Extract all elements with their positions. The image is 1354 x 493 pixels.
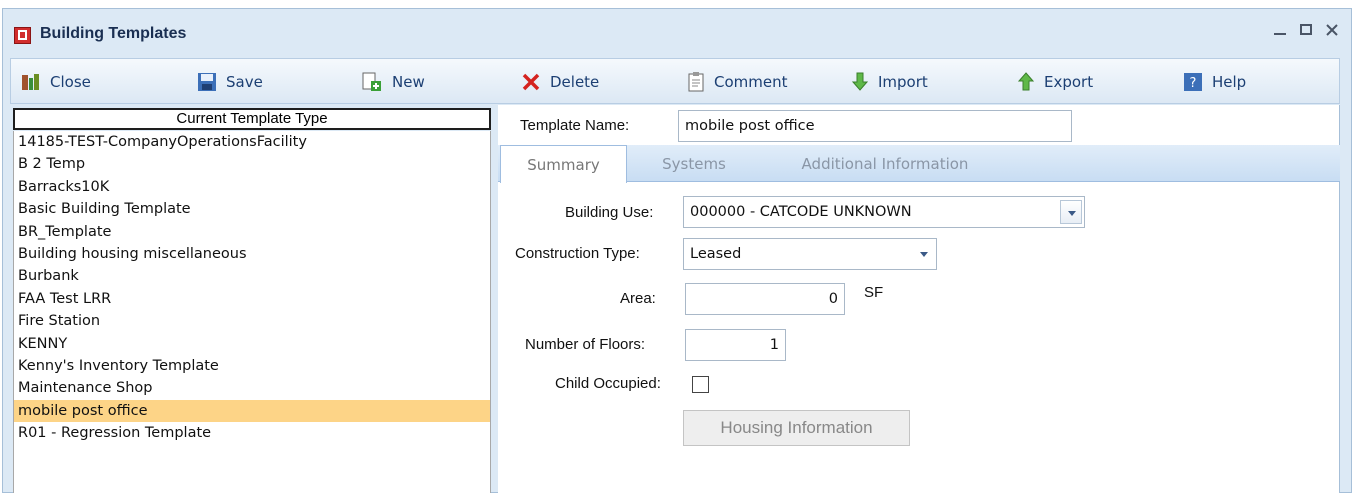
import-icon <box>851 72 869 91</box>
list-item[interactable]: Fire Station <box>14 310 490 332</box>
list-item[interactable]: Building housing miscellaneous <box>14 243 490 265</box>
template-name-label: Template Name: <box>520 117 630 134</box>
export-icon <box>1017 72 1035 91</box>
new-button[interactable]: New <box>361 69 425 95</box>
minimize-button[interactable] <box>1268 20 1292 44</box>
tab-systems[interactable]: Systems <box>651 145 737 182</box>
tab-bar: Summary Systems Additional Information <box>498 145 1340 183</box>
delete-label: Delete <box>550 73 600 91</box>
toolbar: Close Save New Delete Comment Import Exp… <box>10 58 1340 104</box>
list-item[interactable]: B 2 Temp <box>14 153 490 175</box>
help-label: Help <box>1212 73 1247 91</box>
list-item[interactable]: FAA Test LRR <box>14 288 490 310</box>
construction-type-select[interactable]: Leased <box>683 238 937 270</box>
list-header[interactable]: Current Template Type <box>13 108 491 130</box>
new-label: New <box>392 73 425 91</box>
comment-icon <box>688 72 704 92</box>
area-label: Area: <box>620 290 656 307</box>
child-occupied-checkbox[interactable] <box>692 376 709 393</box>
import-button[interactable]: Import <box>851 69 928 95</box>
child-occupied-label: Child Occupied: <box>555 375 661 392</box>
new-icon <box>362 72 381 91</box>
chevron-down-icon[interactable] <box>1060 200 1082 224</box>
save-button[interactable]: Save <box>197 69 263 95</box>
template-name-value: mobile post office <box>685 118 815 134</box>
x-icon <box>1326 24 1338 36</box>
title-bar[interactable]: Building Templates <box>2 8 1352 56</box>
construction-type-value: Leased <box>690 246 742 262</box>
area-value: 0 <box>828 291 838 307</box>
area-unit: SF <box>864 284 884 301</box>
tab-summary[interactable]: Summary <box>500 145 627 183</box>
building-use-select[interactable]: 000000 - CATCODE UNKNOWN <box>683 196 1085 228</box>
list-item[interactable]: Maintenance Shop <box>14 377 490 399</box>
maximize-button[interactable] <box>1294 20 1318 44</box>
list-item[interactable]: Burbank <box>14 265 490 287</box>
svg-text:?: ? <box>1190 76 1197 91</box>
maximize-icon <box>1300 24 1312 35</box>
construction-type-label: Construction Type: <box>515 245 640 262</box>
save-label: Save <box>226 73 263 91</box>
close-label: Close <box>50 73 91 91</box>
list-item[interactable]: BR_Template <box>14 221 490 243</box>
import-label: Import <box>878 73 928 91</box>
save-icon <box>198 73 216 91</box>
template-name-input[interactable]: mobile post office <box>678 110 1072 142</box>
app-icon <box>14 27 31 44</box>
delete-button[interactable]: Delete <box>521 69 599 95</box>
building-templates-window: Building Templates Close Save New Delete <box>0 0 1354 493</box>
comment-button[interactable]: Comment <box>687 69 788 95</box>
floors-value: 1 <box>769 337 779 353</box>
help-button[interactable]: ? Help <box>1183 69 1246 95</box>
floors-input[interactable]: 1 <box>685 329 786 361</box>
close-icon <box>22 74 39 90</box>
building-use-label: Building Use: <box>565 204 654 221</box>
help-icon: ? <box>1184 73 1202 91</box>
list-item[interactable]: Basic Building Template <box>14 198 490 220</box>
area-input[interactable]: 0 <box>685 283 845 315</box>
template-list[interactable]: 14185-TEST-CompanyOperationsFacility B 2… <box>13 131 491 493</box>
list-item[interactable]: R01 - Regression Template <box>14 422 490 444</box>
chevron-down-icon <box>920 252 928 257</box>
list-item[interactable]: Barracks10K <box>14 176 490 198</box>
list-item[interactable]: Kenny's Inventory Template <box>14 355 490 377</box>
minimize-icon <box>1274 33 1286 35</box>
floors-label: Number of Floors: <box>525 336 646 353</box>
building-use-value: 000000 - CATCODE UNKNOWN <box>690 204 912 220</box>
tab-additional-information[interactable]: Additional Information <box>787 145 983 182</box>
housing-information-button: Housing Information <box>683 410 910 446</box>
window-title: Building Templates <box>40 25 187 42</box>
list-item[interactable]: KENNY <box>14 333 490 355</box>
delete-icon <box>522 73 540 91</box>
close-button[interactable]: Close <box>21 69 91 95</box>
list-item[interactable]: 14185-TEST-CompanyOperationsFacility <box>14 131 490 153</box>
export-button[interactable]: Export <box>1017 69 1093 95</box>
list-item-selected[interactable]: mobile post office <box>14 399 490 423</box>
export-label: Export <box>1044 73 1094 91</box>
close-window-button[interactable] <box>1320 20 1344 44</box>
comment-label: Comment <box>714 73 788 91</box>
